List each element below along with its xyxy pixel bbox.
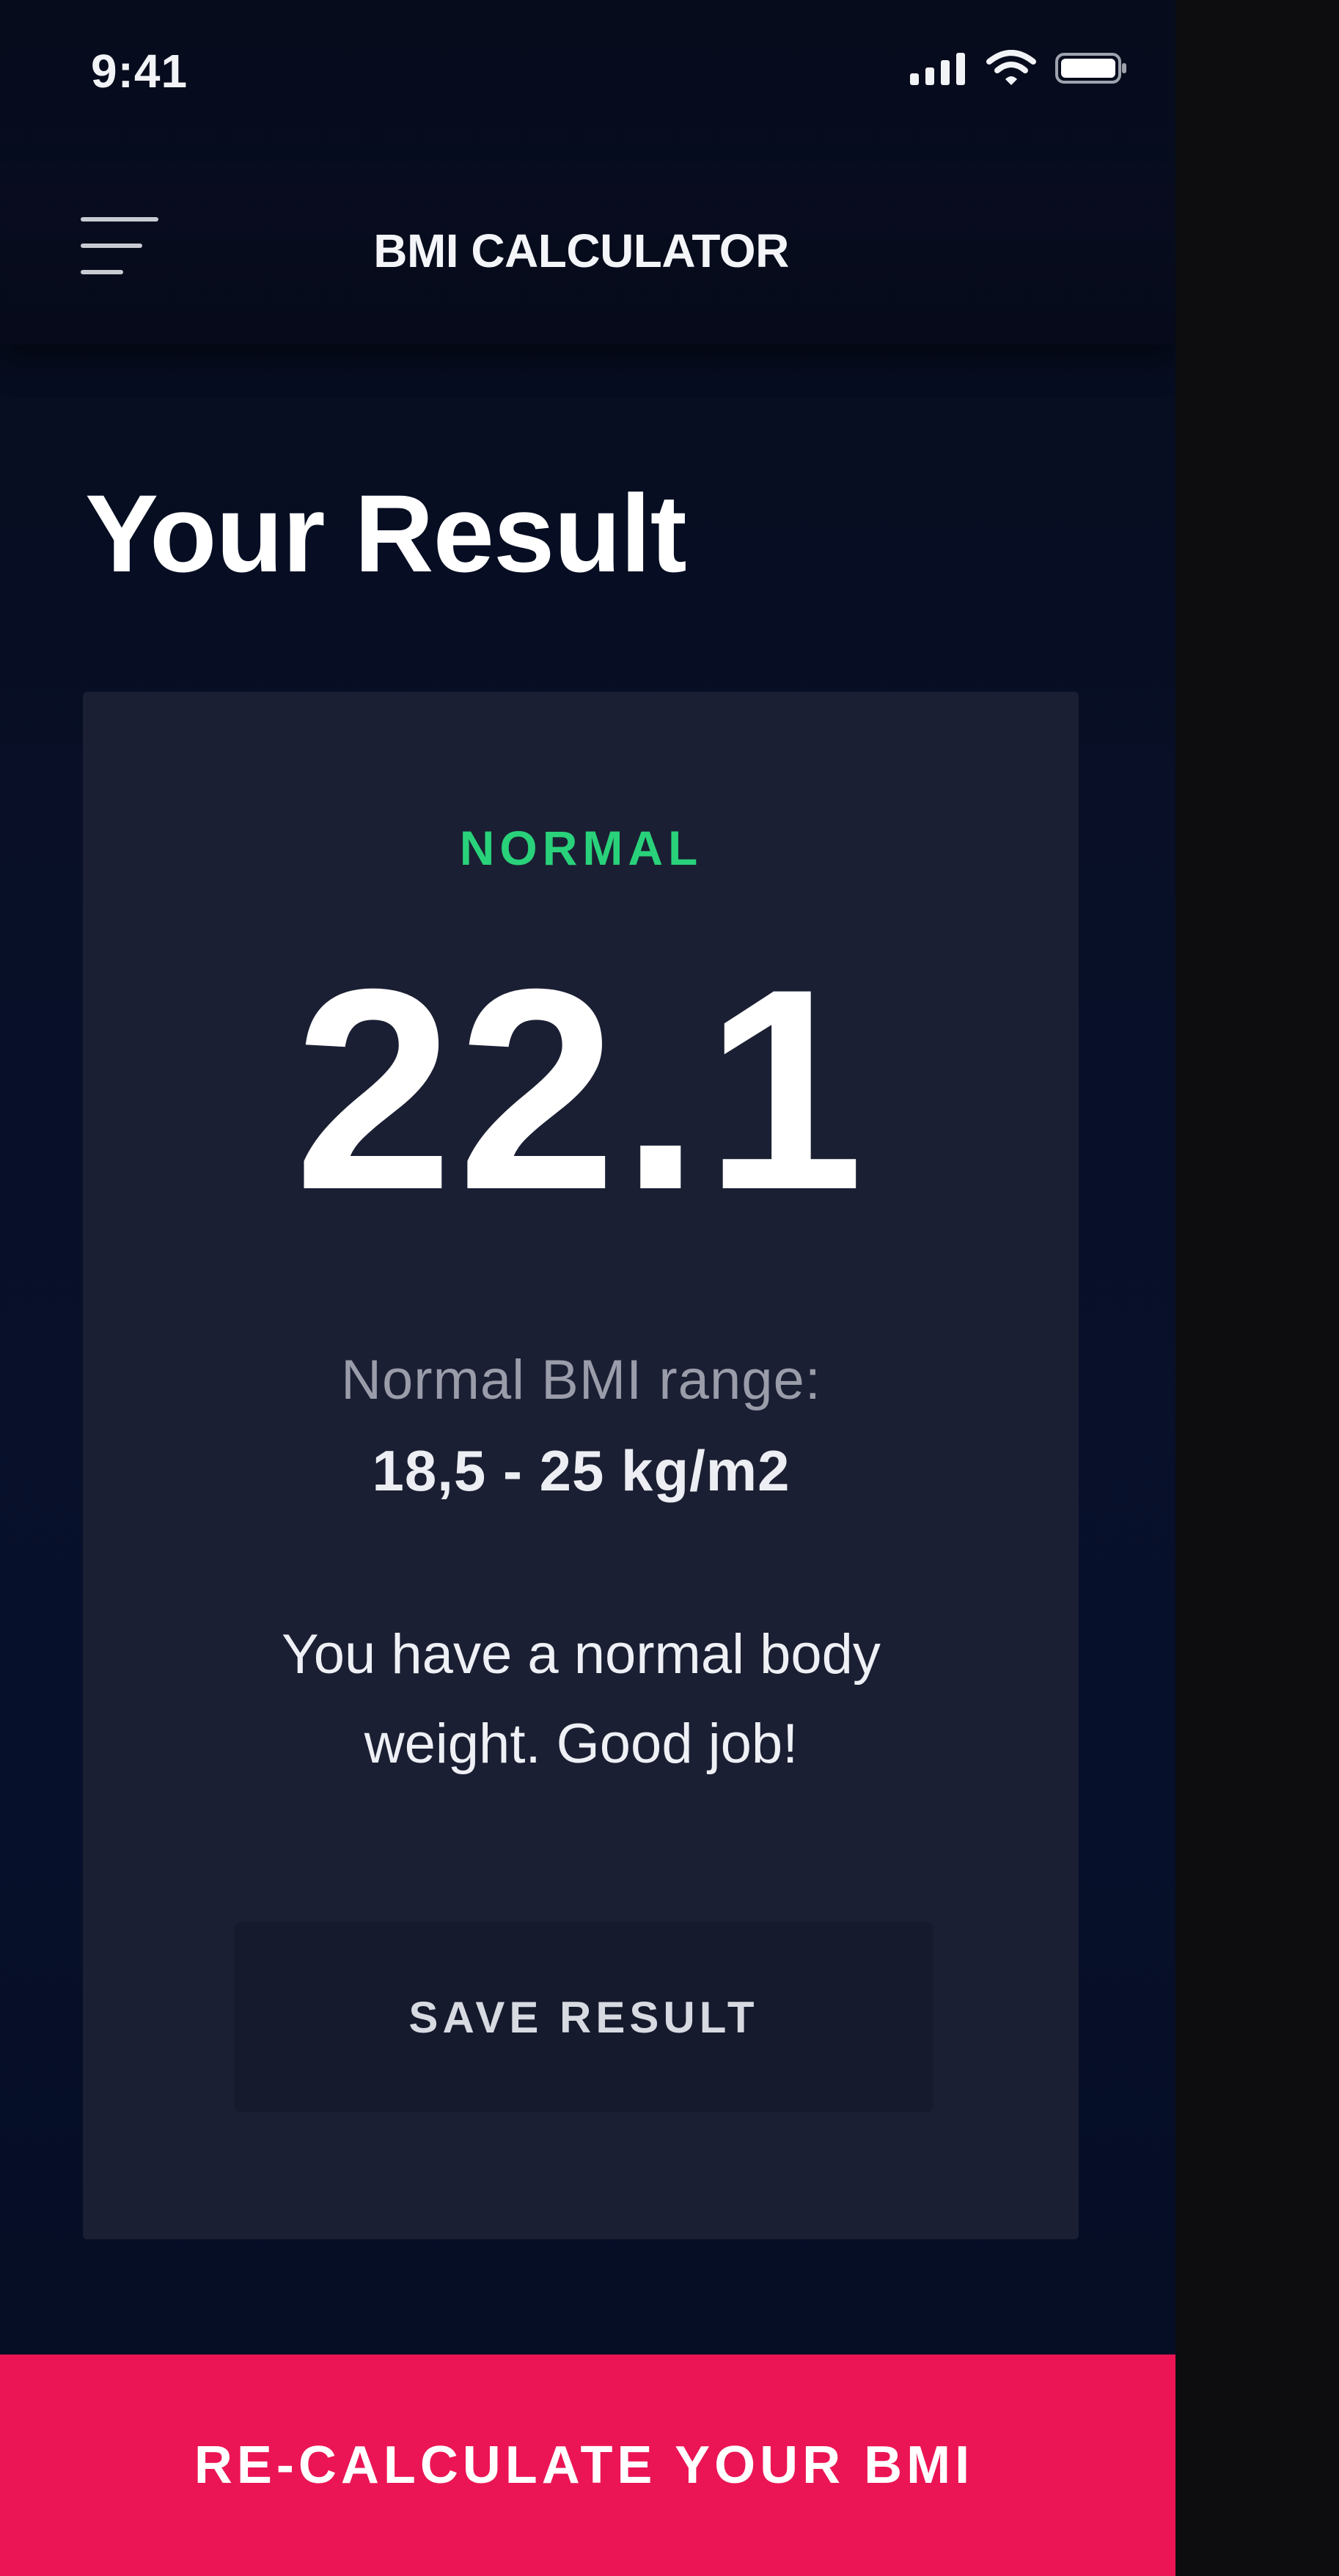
app-screen: 9:41 BMI CALCULATOR Your Result NORMAL 2… <box>0 0 1175 2576</box>
bmi-category-label: NORMAL <box>459 821 703 875</box>
status-icons <box>910 50 1129 87</box>
battery-icon <box>1055 53 1126 84</box>
page-title: Your Result <box>85 472 687 595</box>
recalculate-button[interactable]: RE-CALCULATE YOUR BMI <box>0 2354 1175 2576</box>
result-interpretation: You have a normal body weight. Good job! <box>282 1623 881 1775</box>
save-result-label: SAVE RESULT <box>408 1992 759 2042</box>
normal-range-label: Normal BMI range: <box>341 1349 821 1411</box>
save-result-button[interactable]: SAVE RESULT <box>235 1922 933 2112</box>
status-time: 9:41 <box>91 45 188 98</box>
cellular-signal-icon <box>910 53 965 85</box>
wifi-icon <box>986 50 1036 85</box>
normal-range-value: 18,5 - 25 kg/m2 <box>372 1438 790 1503</box>
bmi-value: 22.1 <box>293 929 869 1249</box>
outside-frame-area <box>1175 0 1339 2576</box>
recalculate-label: RE-CALCULATE YOUR BMI <box>194 2436 975 2495</box>
nav-title: BMI CALCULATOR <box>373 224 789 277</box>
